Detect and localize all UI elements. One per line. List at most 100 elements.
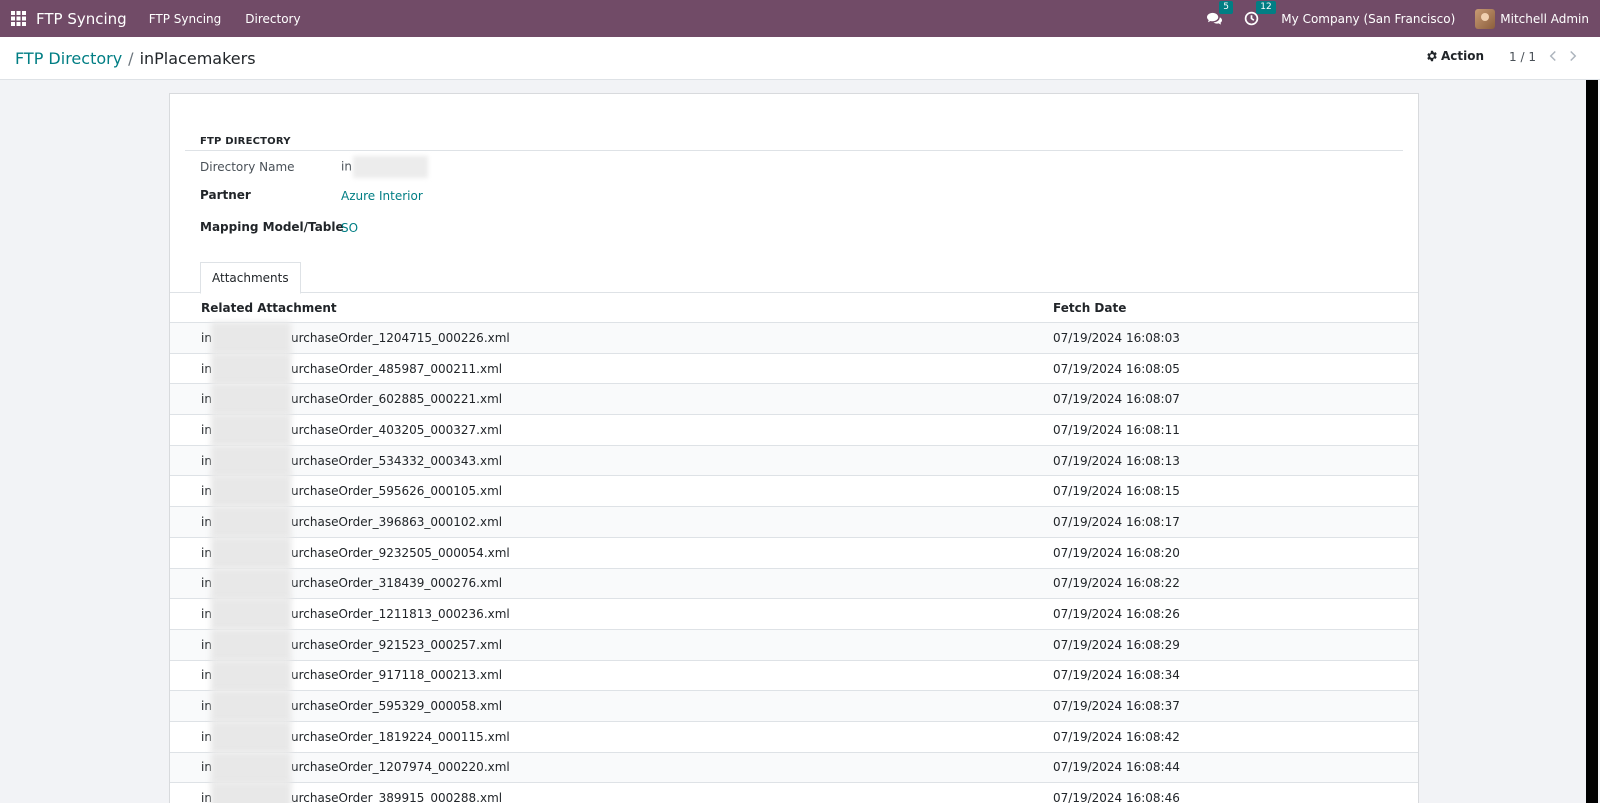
fetch-date-cell: 07/19/2024 16:08:29 [1053,637,1180,652]
table-row[interactable]: in urchaseOrder_389915_000288.xml 07/19/20… [170,782,1418,803]
fetch-date-cell: 07/19/2024 16:08:34 [1053,668,1180,683]
group-title: FTP DIRECTORY [200,136,291,147]
partner-label: Partner [200,188,251,202]
attachment-prefix: in [201,330,212,345]
attachment-prefix: in [201,392,212,407]
attachment-name: urchaseOrder_9232505_000054.xml [291,545,510,560]
tab-attachments[interactable]: Attachments [200,262,301,294]
attachment-name: urchaseOrder_602885_000221.xml [291,392,503,407]
fetch-date-cell: 07/19/2024 16:08:17 [1053,514,1180,529]
menu-directory[interactable]: Directory [245,12,300,26]
table-row[interactable]: in urchaseOrder_595626_000105.xml 07/19/20… [170,475,1418,508]
app-title[interactable]: FTP Syncing [36,10,127,28]
messages-count-badge: 5 [1219,1,1234,14]
chevron-left-icon[interactable] [1546,48,1560,64]
breadcrumb-current: inPlacemakers [139,48,256,68]
breadcrumb: FTP Directory / inPlacemakers [15,49,256,68]
attachment-name: urchaseOrder_1204715_000226.xml [291,330,510,345]
breadcrumb-parent-link[interactable]: FTP Directory [15,49,122,68]
table-row[interactable]: in urchaseOrder_1211813_000236.xml 07/19/2… [170,598,1418,631]
table-row[interactable]: in urchaseOrder_396863_000102.xml 07/19/20… [170,506,1418,539]
attachment-prefix: in [201,760,212,775]
table-row[interactable]: in urchaseOrder_485987_000211.xml 07/19/20… [170,352,1418,385]
action-button[interactable]: Action [1426,49,1484,63]
redacted-block [211,414,291,447]
redacted-block [211,782,291,803]
notebook-tabs: Attachments [170,262,1418,294]
pager-value[interactable]: 1 / 1 [1509,50,1536,64]
column-header-related-attachment[interactable]: Related Attachment [201,301,337,315]
attachment-prefix: in [201,668,212,683]
fetch-date-cell: 07/19/2024 16:08:11 [1053,422,1180,437]
chevron-right-icon[interactable] [1566,48,1580,64]
redacted-block [211,536,291,569]
attachment-prefix: in [201,422,212,437]
list-body: in urchaseOrder_1204715_000226.xml 07/19/2… [170,322,1418,803]
menu-ftp-syncing[interactable]: FTP Syncing [149,12,222,26]
pager-navigation [1546,48,1580,64]
company-switcher[interactable]: My Company (San Francisco) [1281,12,1455,26]
avatar [1475,8,1496,29]
attachment-prefix: in [201,729,212,744]
attachment-prefix: in [201,791,212,803]
table-row[interactable]: in urchaseOrder_595329_000058.xml 07/19/20… [170,690,1418,723]
attachment-prefix: in [201,545,212,560]
control-panel: FTP Directory / inPlacemakers Action 1 /… [0,37,1600,80]
table-row[interactable]: in urchaseOrder_9232505_000054.xml 07/19/2… [170,536,1418,569]
fetch-date-cell: 07/19/2024 16:08:46 [1053,791,1180,803]
directory-name-field[interactable]: in [341,156,428,178]
apps-menu-icon[interactable] [0,0,36,37]
table-row[interactable]: in urchaseOrder_1207974_000220.xml 07/19/2… [170,751,1418,784]
scrollbar[interactable] [1586,80,1600,803]
attachment-name: urchaseOrder_396863_000102.xml [291,514,503,529]
redacted-block [211,720,291,753]
attachment-prefix: in [201,484,212,499]
attachment-name: urchaseOrder_1207974_000220.xml [291,760,510,775]
messages-button[interactable]: 5 [1207,1,1234,26]
table-row[interactable]: in urchaseOrder_534332_000343.xml 07/19/20… [170,444,1418,477]
attachment-name: urchaseOrder_595626_000105.xml [291,484,503,499]
redacted-block [211,567,291,600]
table-row[interactable]: in urchaseOrder_1819224_000115.xml 07/19/2… [170,720,1418,753]
table-row[interactable]: in urchaseOrder_921523_000257.xml 07/19/20… [170,628,1418,661]
scrollbar-thumb[interactable] [1586,80,1598,803]
mapping-link[interactable]: SO [341,221,358,235]
fetch-date-cell: 07/19/2024 16:08:15 [1053,484,1180,499]
table-row[interactable]: in urchaseOrder_318439_000276.xml 07/19/20… [170,567,1418,600]
table-row[interactable]: in urchaseOrder_1204715_000226.xml 07/19/2… [170,322,1418,354]
fetch-date-cell: 07/19/2024 16:08:42 [1053,729,1180,744]
redacted-block [211,628,291,661]
attachments-list: Related Attachment Fetch Date in urchaseO… [170,293,1418,803]
redacted-block [211,506,291,539]
systray: 5 12 My Company (San Francisco) Mitchell… [1207,0,1600,37]
table-row[interactable]: in urchaseOrder_602885_000221.xml 07/19/20… [170,383,1418,416]
column-header-fetch-date[interactable]: Fetch Date [1053,301,1126,315]
attachment-name: urchaseOrder_595329_000058.xml [291,699,503,714]
activities-count-badge: 12 [1256,1,1276,14]
table-row[interactable]: in urchaseOrder_403205_000327.xml 07/19/20… [170,414,1418,447]
fetch-date-cell: 07/19/2024 16:08:20 [1053,545,1180,560]
form-sheet: FTP DIRECTORY Directory Name in Partner … [169,93,1419,803]
attachment-name: urchaseOrder_318439_000276.xml [291,576,503,591]
attachment-name: urchaseOrder_534332_000343.xml [291,453,503,468]
redacted-block [211,751,291,784]
attachment-name: urchaseOrder_1211813_000236.xml [291,607,510,622]
redacted-block [211,383,291,416]
user-menu[interactable]: Mitchell Admin [1475,8,1589,29]
redacted-block [211,322,291,354]
redacted-block [211,598,291,631]
redacted-block [211,475,291,508]
attachment-name: urchaseOrder_403205_000327.xml [291,422,503,437]
list-header: Related Attachment Fetch Date [170,293,1418,323]
fetch-date-cell: 07/19/2024 16:08:44 [1053,760,1180,775]
partner-link[interactable]: Azure Interior [341,189,423,203]
user-name: Mitchell Admin [1500,11,1589,26]
redacted-block [211,690,291,723]
fetch-date-cell: 07/19/2024 16:08:07 [1053,392,1180,407]
activities-button[interactable]: 12 [1244,1,1276,26]
attachment-prefix: in [201,453,212,468]
action-label: Action [1440,49,1484,63]
table-row[interactable]: in urchaseOrder_917118_000213.xml 07/19/20… [170,659,1418,692]
fetch-date-cell: 07/19/2024 16:08:37 [1053,699,1180,714]
attachment-prefix: in [201,361,212,376]
